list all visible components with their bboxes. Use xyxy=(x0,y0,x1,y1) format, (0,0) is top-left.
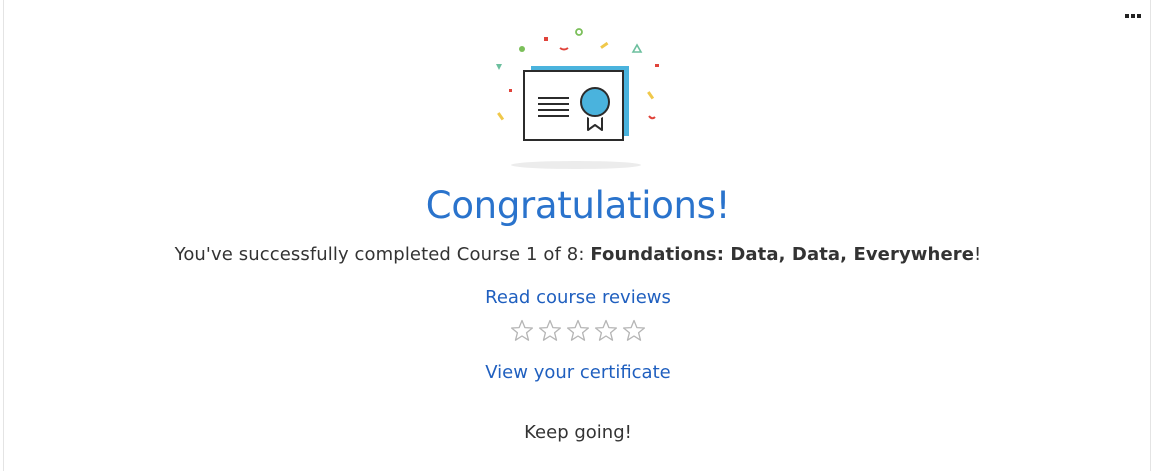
star-5-icon[interactable] xyxy=(621,318,647,344)
star-2-icon[interactable] xyxy=(537,318,563,344)
read-course-reviews-link[interactable]: Read course reviews xyxy=(485,287,671,308)
completion-suffix: ! xyxy=(974,244,982,265)
view-certificate-link[interactable]: View your certificate xyxy=(485,362,670,383)
certificate-link-row: View your certificate xyxy=(0,360,1156,386)
star-rating xyxy=(509,318,647,344)
star-4-icon[interactable] xyxy=(593,318,619,344)
more-options-button[interactable] xyxy=(1120,6,1146,24)
star-1-icon[interactable] xyxy=(509,318,535,344)
page-title: Congratulations! xyxy=(425,184,731,227)
completion-prefix: You've successfully completed Course 1 o… xyxy=(174,244,591,265)
star-3-icon[interactable] xyxy=(565,318,591,344)
course-name: Foundations: Data, Data, Everywhere xyxy=(590,244,975,265)
certificate-illustration xyxy=(489,24,669,174)
completion-message: You've successfully completed Course 1 o… xyxy=(0,242,1156,268)
certificate-icon xyxy=(496,28,659,169)
reviews-link-row: Read course reviews xyxy=(0,285,1156,311)
keep-going-text: Keep going! xyxy=(524,422,632,443)
more-horizontal-icon xyxy=(1125,14,1141,18)
